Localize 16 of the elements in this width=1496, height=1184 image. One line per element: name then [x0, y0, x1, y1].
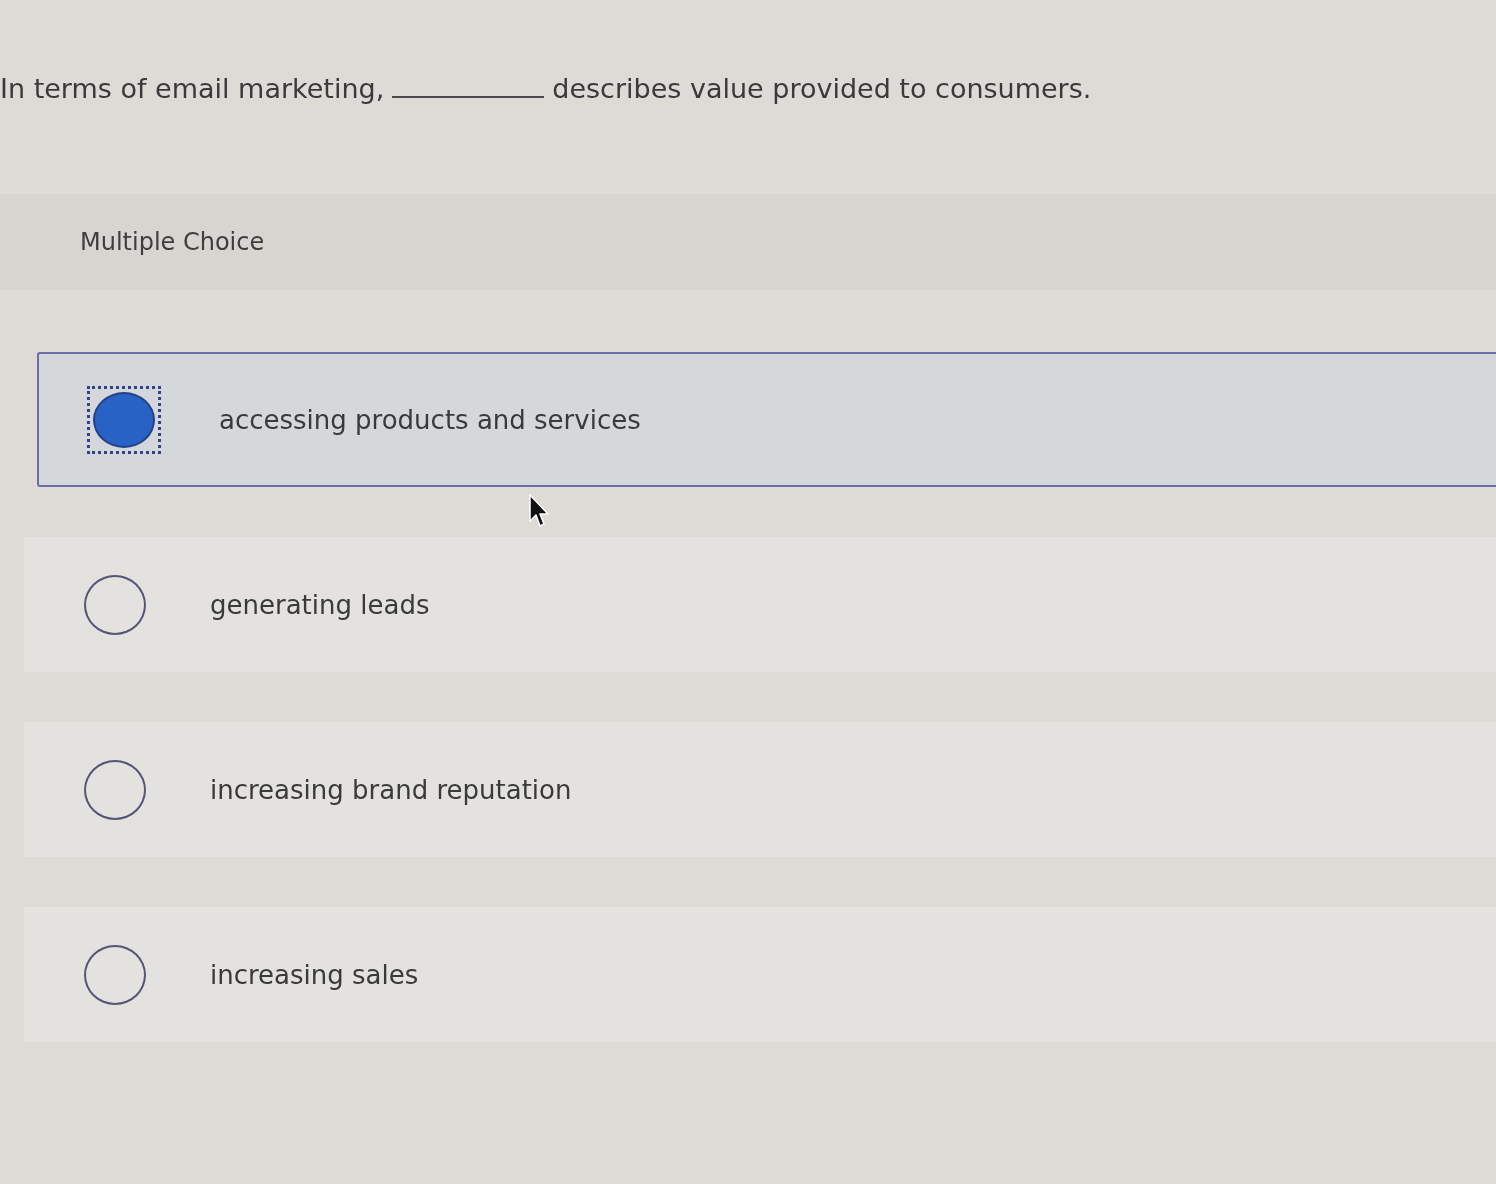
answer-option[interactable]: generating leads [24, 537, 1496, 672]
option-text: increasing sales [210, 959, 419, 990]
question-text: describes value provided to consumers. [552, 72, 1092, 106]
pointer-icon [529, 494, 551, 528]
answer-option[interactable]: increasing sales [24, 907, 1496, 1042]
radio-button[interactable] [84, 759, 146, 820]
radio-button[interactable] [87, 385, 161, 454]
option-text: increasing brand reputation [210, 774, 572, 805]
radio-button[interactable] [84, 574, 146, 635]
answer-option[interactable]: increasing brand reputation [24, 722, 1496, 857]
answer-option[interactable]: accessing products and services [37, 352, 1496, 487]
radio-button[interactable] [84, 944, 146, 1005]
section-label: Multiple Choice [80, 228, 265, 256]
option-text: accessing products and services [219, 404, 641, 435]
option-text: generating leads [210, 589, 430, 620]
question-text: In terms of email marketing, [0, 72, 385, 106]
